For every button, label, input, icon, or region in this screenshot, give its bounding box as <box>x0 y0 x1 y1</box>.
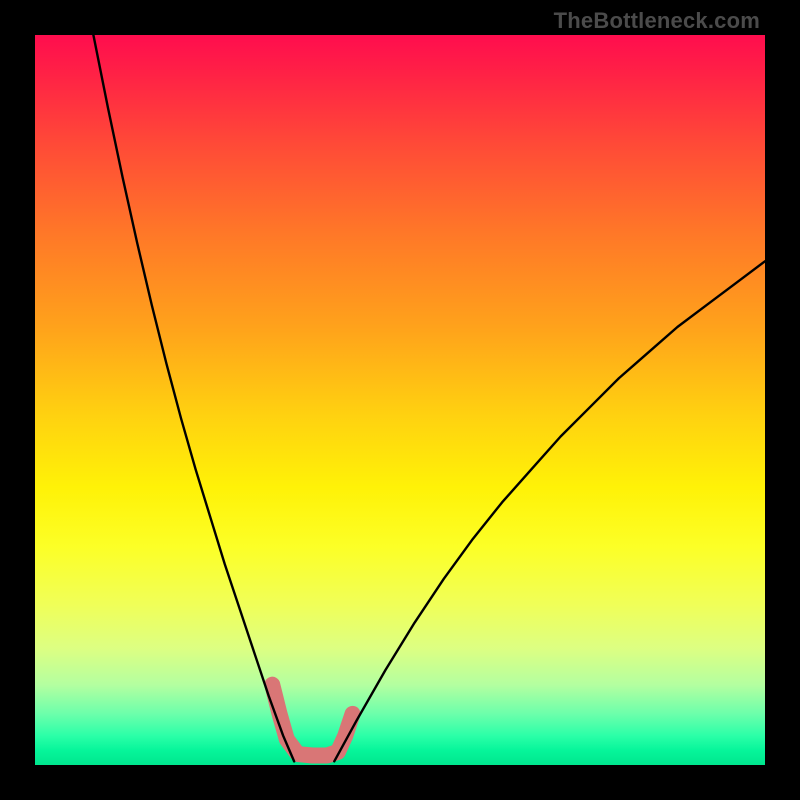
curve-right-branch <box>334 261 765 761</box>
chart-frame: TheBottleneck.com <box>0 0 800 800</box>
highlight-marker <box>272 685 352 756</box>
plot-area <box>35 35 765 765</box>
watermark-text: TheBottleneck.com <box>554 8 760 34</box>
curve-layer <box>35 35 765 765</box>
curve-left-branch <box>93 35 294 761</box>
